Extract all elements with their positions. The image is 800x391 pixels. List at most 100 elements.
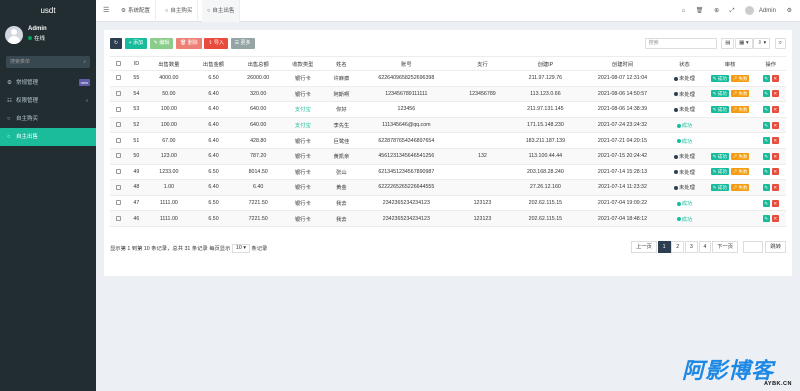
checkbox[interactable] — [115, 122, 121, 128]
edit-row-button[interactable]: ✎ — [762, 168, 770, 176]
app-logo[interactable]: usdt — [0, 0, 96, 22]
row-checkbox[interactable] — [110, 101, 127, 118]
trash-icon[interactable]: 🗑 — [696, 8, 704, 14]
col-id[interactable]: ID — [126, 56, 147, 71]
delete-row-button[interactable]: ✕ — [771, 121, 779, 129]
edit-row-button[interactable]: ✎ — [762, 90, 770, 98]
tab-buy[interactable]: ○ 自主购买 — [160, 0, 199, 22]
row-checkbox[interactable] — [110, 70, 127, 87]
sidebar-item-sell[interactable]: ○ 自主出售 — [0, 128, 96, 146]
col-price[interactable]: 出售金额 — [191, 56, 236, 71]
checkbox[interactable] — [115, 168, 121, 174]
col-qty[interactable]: 出售数量 — [146, 56, 192, 71]
page-2-button[interactable]: 2 — [671, 241, 685, 253]
delete-row-button[interactable]: ✕ — [771, 105, 779, 113]
goto-page-input[interactable] — [742, 241, 763, 253]
page-4-button[interactable]: 4 — [698, 241, 712, 253]
columns-button[interactable]: ▦ ▾ — [735, 38, 753, 49]
row-checkbox[interactable] — [110, 195, 127, 212]
col-branch[interactable]: 支行 — [455, 56, 510, 71]
col-type[interactable]: 收款类型 — [280, 56, 326, 71]
col-total[interactable]: 出售总额 — [235, 56, 281, 71]
row-checkbox[interactable] — [110, 210, 127, 227]
audit-success-button[interactable]: ✎ 成功 — [710, 74, 729, 82]
edit-row-button[interactable]: ✎ — [762, 121, 770, 129]
add-button[interactable]: + 添加 — [124, 38, 147, 49]
refresh-button[interactable]: ↻ — [110, 38, 122, 49]
cell-type[interactable]: 支付宝 — [280, 101, 326, 118]
tab-system-config[interactable]: ⚙ 系统配置 — [116, 0, 156, 22]
edit-button[interactable]: ✎ 编辑 — [149, 38, 174, 49]
delete-row-button[interactable]: ✕ — [771, 90, 779, 98]
row-checkbox[interactable] — [110, 117, 127, 134]
goto-page-button[interactable]: 跳转 — [765, 241, 786, 253]
checkbox[interactable] — [115, 137, 121, 143]
audit-fail-button[interactable]: ↗ 失败 — [730, 168, 750, 176]
checkbox[interactable] — [115, 153, 121, 159]
next-page-button[interactable]: 下一页 — [712, 241, 739, 253]
audit-fail-button[interactable]: ↗ 失败 — [730, 74, 750, 82]
row-checkbox[interactable] — [110, 86, 127, 103]
admin-avatar[interactable] — [745, 5, 755, 15]
col-ip[interactable]: 创建IP — [509, 56, 581, 71]
table-search-input[interactable]: 搜索 — [644, 38, 717, 49]
audit-fail-button[interactable]: ↗ 失败 — [730, 105, 750, 113]
fullscreen-icon[interactable]: ⤢ — [730, 8, 735, 14]
edit-row-button[interactable]: ✎ — [762, 74, 770, 82]
toggle-view-button[interactable]: ▤ — [721, 38, 735, 49]
delete-row-button[interactable]: ✕ — [771, 199, 779, 207]
advanced-search-button[interactable]: ⌕ — [774, 38, 786, 49]
audit-success-button[interactable]: ✎ 成功 — [710, 183, 729, 191]
row-checkbox[interactable] — [110, 148, 127, 165]
checkbox[interactable] — [115, 184, 121, 190]
search-icon[interactable]: ⌕ — [83, 56, 86, 68]
menu-toggle-icon[interactable]: ☰ — [103, 6, 109, 14]
edit-row-button[interactable]: ✎ — [762, 105, 770, 113]
checkbox[interactable] — [115, 215, 121, 221]
menu-search-input[interactable]: 搜索菜单 ⌕ — [6, 56, 90, 68]
page-size-select[interactable]: 10 ▾ — [231, 244, 250, 254]
admin-name[interactable]: Admin — [759, 8, 776, 14]
checkbox[interactable] — [115, 106, 121, 112]
col-account[interactable]: 账号 — [357, 56, 456, 71]
edit-row-button[interactable]: ✎ — [762, 137, 770, 145]
sidebar-item-permission[interactable]: ☷ 权限管理 ‹ — [0, 92, 96, 110]
export-button[interactable]: ⇩ ▾ — [753, 38, 771, 49]
delete-row-button[interactable]: ✕ — [771, 152, 779, 160]
delete-row-button[interactable]: ✕ — [771, 74, 779, 82]
col-status[interactable]: 状态 — [664, 56, 705, 71]
audit-fail-button[interactable]: ↗ 失败 — [730, 183, 750, 191]
prev-page-button[interactable]: 上一页 — [631, 241, 657, 253]
delete-row-button[interactable]: ✕ — [771, 168, 779, 176]
audit-success-button[interactable]: ✎ 成功 — [710, 168, 729, 176]
audit-fail-button[interactable]: ↗ 失败 — [730, 152, 750, 160]
edit-row-button[interactable]: ✎ — [762, 215, 770, 223]
settings-icon[interactable]: ⚙ — [787, 8, 792, 14]
delete-button[interactable]: 🗑 删除 — [175, 38, 202, 49]
import-button[interactable]: ⇪ 导入 — [204, 38, 228, 49]
select-all-checkbox[interactable] — [110, 56, 127, 71]
tab-sell[interactable]: ○ 自主出售 — [202, 0, 241, 22]
checkbox[interactable] — [115, 75, 121, 81]
checkbox[interactable] — [115, 90, 121, 96]
delete-row-button[interactable]: ✕ — [771, 183, 779, 191]
audit-fail-button[interactable]: ↗ 失败 — [730, 90, 750, 98]
more-button[interactable]: ☰ 更多 — [230, 38, 255, 49]
edit-row-button[interactable]: ✎ — [762, 199, 770, 207]
edit-row-button[interactable]: ✎ — [762, 183, 770, 191]
home-icon[interactable]: ⌂ — [681, 8, 685, 14]
delete-row-button[interactable]: ✕ — [771, 215, 779, 223]
sidebar-item-buy[interactable]: ○ 自主购买 — [0, 110, 96, 128]
cell-type[interactable]: 支付宝 — [280, 117, 326, 134]
globe-icon[interactable]: ⊕ — [714, 8, 719, 14]
row-checkbox[interactable] — [110, 132, 127, 149]
audit-success-button[interactable]: ✎ 成功 — [710, 90, 729, 98]
row-checkbox[interactable] — [110, 164, 127, 181]
audit-success-button[interactable]: ✎ 成功 — [710, 105, 729, 113]
checkbox[interactable] — [115, 60, 121, 66]
page-1-button[interactable]: 1 — [657, 241, 671, 253]
edit-row-button[interactable]: ✎ — [762, 152, 770, 160]
sidebar-item-general[interactable]: ⚙ 常规管理 new — [0, 74, 96, 92]
col-time[interactable]: 创建时间 — [580, 56, 665, 71]
audit-success-button[interactable]: ✎ 成功 — [710, 152, 729, 160]
